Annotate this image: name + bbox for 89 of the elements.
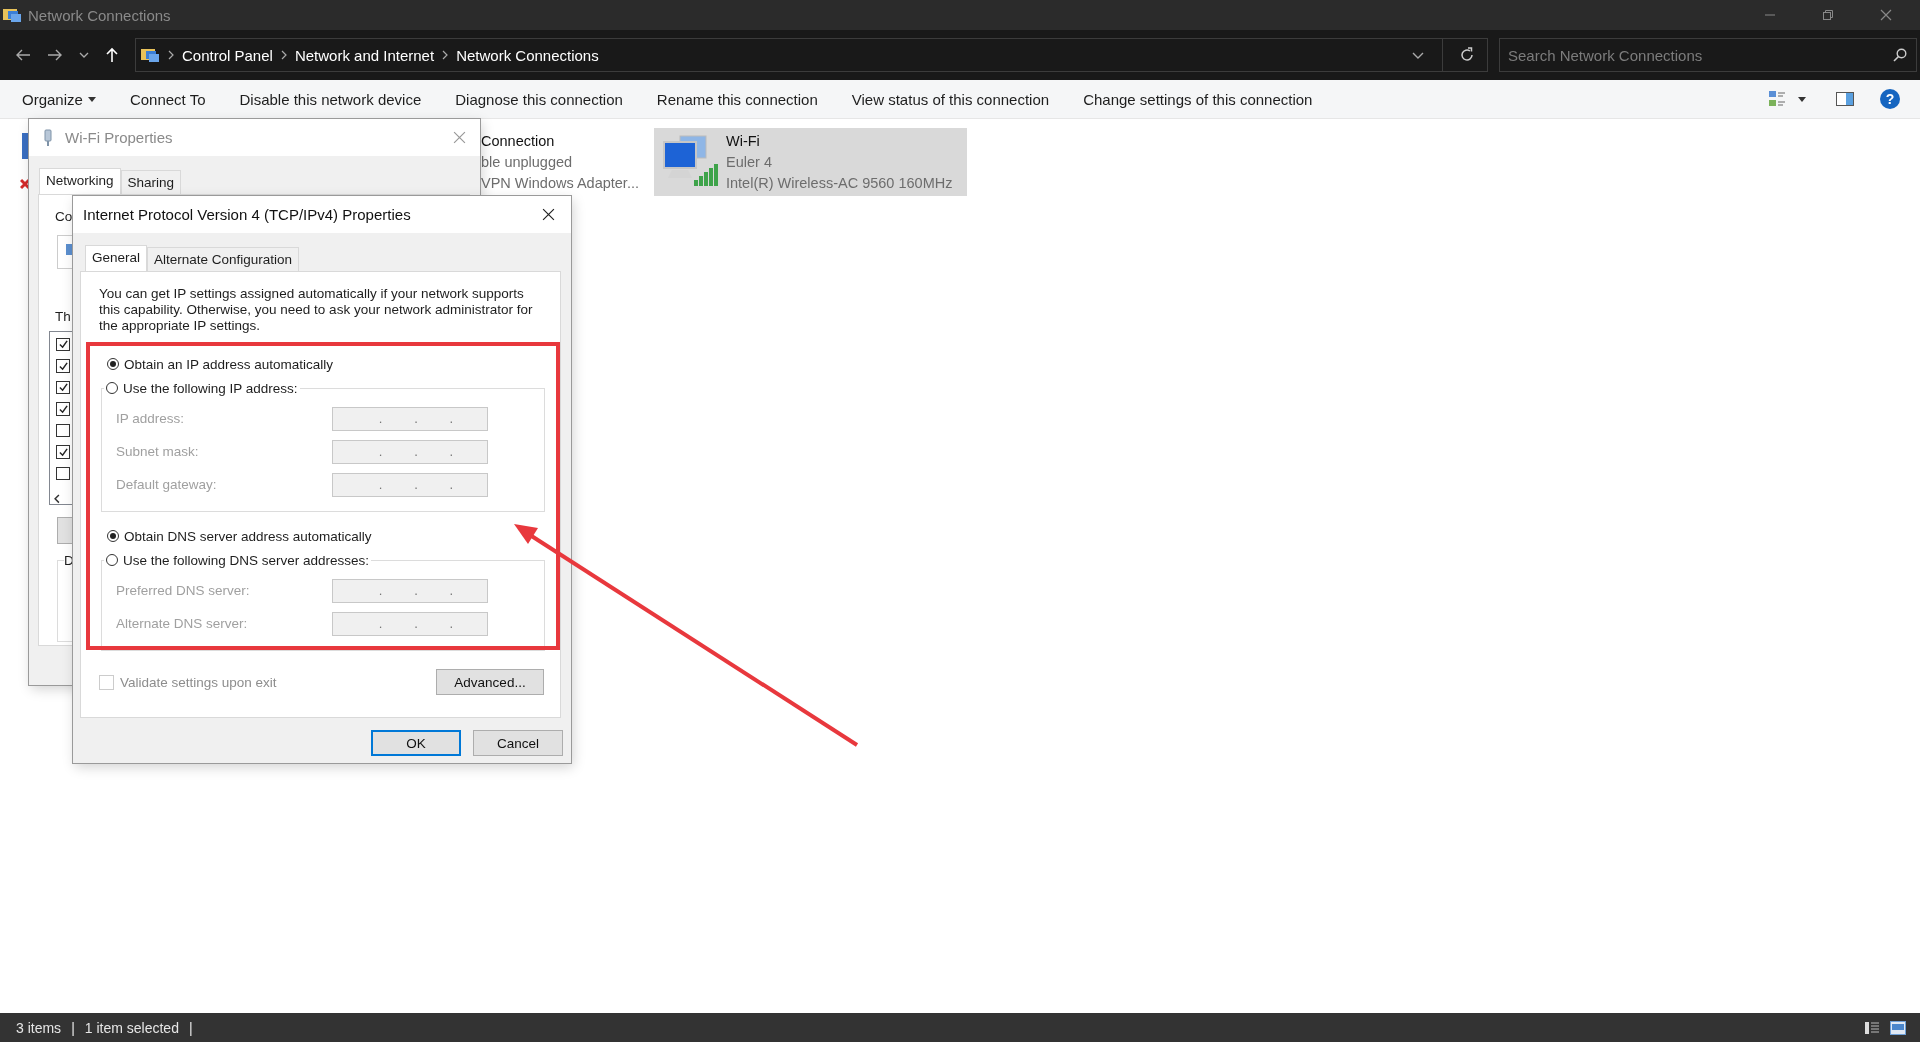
checkmark-icon: [58, 447, 68, 457]
ip-address-field[interactable]: . . .: [332, 406, 488, 431]
dialog-button[interactable]: Cancel: [473, 730, 563, 756]
scroll-left-icon[interactable]: [54, 494, 60, 504]
advanced-button[interactable]: Advanced...: [436, 669, 544, 695]
network-folder-icon: [2, 6, 22, 24]
view-options-icon[interactable]: [1768, 90, 1786, 108]
breadcrumb[interactable]: Control Panel: [182, 46, 273, 64]
help-icon[interactable]: ?: [1880, 89, 1900, 109]
checkbox[interactable]: [56, 466, 70, 481]
radio-button[interactable]: [106, 554, 118, 566]
search-field[interactable]: Search Network Connections: [1499, 38, 1917, 72]
status-text: 1 item selected: [84, 1019, 179, 1036]
preview-pane-icon[interactable]: [1836, 92, 1854, 106]
ip-address-field[interactable]: . . .: [332, 439, 488, 464]
connection-name: Wi-Fi: [726, 131, 761, 151]
checkmark-icon: [58, 361, 68, 371]
radio-label[interactable]: Use the following IP address:: [123, 380, 298, 396]
dropdown-icon[interactable]: [1412, 51, 1424, 59]
field-label: Subnet mask:: [116, 444, 199, 459]
checkbox[interactable]: [56, 338, 70, 352]
ip-address-field[interactable]: . . .: [332, 472, 488, 497]
toolbar-command[interactable]: Organize: [22, 90, 96, 108]
toolbar-command[interactable]: Connect To: [129, 90, 206, 108]
field-label: Th: [55, 309, 71, 324]
close-icon[interactable]: [542, 208, 555, 221]
tab[interactable]: General: [85, 245, 148, 271]
window-title: Network Connections: [28, 6, 171, 24]
forward-icon[interactable]: [47, 48, 63, 62]
toolbar-command[interactable]: Rename this connection: [656, 90, 818, 108]
connection-item[interactable]: Connection ble unplugged VPN Windows Adapter...: [481, 128, 654, 196]
dialog-title: Wi-Fi Properties: [65, 129, 173, 146]
field-label: Default gateway:: [116, 477, 217, 492]
connection-status: Euler 4: [726, 152, 773, 172]
details-view-icon[interactable]: [1864, 1020, 1880, 1035]
chevron-icon: [168, 50, 174, 60]
intro-text: You can get IP settings assigned automatically if your network supports this capability. Otherwise, you need to ask your network administrator for the appropriate IP settings.: [99, 286, 534, 334]
field-label: Preferred DNS server:: [116, 583, 250, 598]
toolbar-command[interactable]: Disable this network device: [239, 90, 422, 108]
connection-device: VPN Windows Adapter...: [481, 173, 639, 193]
search-icon[interactable]: [1893, 48, 1907, 62]
dropdown-icon[interactable]: [79, 52, 89, 58]
field-label: Alternate DNS server:: [116, 616, 248, 631]
connection-name: Connection: [481, 131, 556, 151]
refresh-icon[interactable]: [1459, 47, 1475, 63]
status-text: 3 items: [16, 1019, 62, 1036]
toolbar-command[interactable]: Change settings of this connection: [1083, 90, 1313, 108]
checkbox[interactable]: [56, 359, 70, 373]
tab[interactable]: Networking: [39, 168, 121, 194]
radio-button[interactable]: [106, 382, 118, 394]
ip-address-field[interactable]: . . .: [332, 611, 488, 636]
field-label: Co: [55, 209, 73, 224]
restore-icon[interactable]: [1822, 9, 1834, 21]
address-field[interactable]: Control Panel Network and Internet Network Connections: [135, 38, 1488, 72]
connection-item[interactable]: Wi-Fi Euler 4 Intel(R) Wireless-AC 9560 160MHz: [654, 128, 967, 196]
large-icons-view-icon[interactable]: [1890, 1020, 1906, 1035]
toolbar-command[interactable]: Diagnose this connection: [455, 90, 623, 108]
radio-label[interactable]: Obtain an IP address automatically: [124, 356, 334, 372]
ip-address-field[interactable]: . . .: [332, 578, 488, 603]
checkbox[interactable]: [56, 380, 70, 395]
radio-label[interactable]: Use the following DNS server addresses:: [123, 552, 370, 568]
dropdown-icon[interactable]: [1798, 96, 1806, 102]
toolbar-command[interactable]: View status of this connection: [851, 90, 1050, 108]
dialog-button[interactable]: OK: [371, 730, 461, 756]
up-arrow-icon[interactable]: [105, 47, 119, 63]
network-folder-icon: [140, 46, 160, 64]
back-icon[interactable]: [15, 48, 31, 62]
chevron-icon: [442, 50, 449, 60]
tab[interactable]: Sharing: [120, 170, 182, 194]
caret-icon[interactable]: [87, 96, 96, 102]
breadcrumb[interactable]: Network and Internet: [294, 46, 435, 64]
tab[interactable]: Alternate Configuration: [147, 247, 300, 271]
checkmark-icon: [58, 340, 68, 350]
dialog-title: Internet Protocol Version 4 (TCP/IPv4) Properties: [83, 206, 411, 223]
radio-button[interactable]: [107, 358, 119, 370]
checkbox[interactable]: [56, 423, 70, 438]
connection-device: Intel(R) Wireless-AC 9560 160MHz: [726, 173, 953, 193]
checkbox[interactable]: [56, 445, 70, 459]
checkmark-icon: [58, 383, 68, 393]
status-separator: |: [71, 1019, 75, 1036]
radio-button[interactable]: [107, 530, 119, 542]
field-label: IP address:: [116, 411, 185, 426]
status-separator: |: [188, 1019, 193, 1036]
checkmark-icon: [58, 404, 68, 414]
breadcrumb[interactable]: Network Connections: [456, 46, 599, 64]
radio-label[interactable]: Obtain DNS server address automatically: [124, 528, 372, 544]
connection-status: ble unplugged: [481, 152, 574, 172]
checkbox[interactable]: [56, 402, 70, 416]
chevron-icon: [280, 50, 287, 60]
